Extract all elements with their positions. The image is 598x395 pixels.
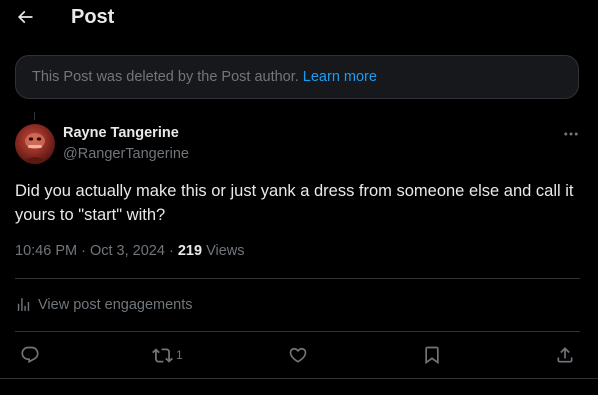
meta-separator: · [168,243,178,259]
repost-button[interactable]: 1 [152,344,183,366]
like-button[interactable] [288,344,311,366]
post-text: Did you actually make this or just yank … [15,182,574,224]
bookmark-button[interactable] [422,344,445,366]
post-time[interactable]: 10:46 PM [15,243,77,259]
bottom-border [0,378,598,379]
more-horizontal-icon [564,132,578,136]
page-title: Post [71,6,115,28]
author-handle[interactable]: @RangerTangerine [63,146,189,162]
divider [15,331,580,332]
deleted-notice-text: This Post was deleted by the Post author… [32,69,299,85]
view-engagements-link[interactable]: View post engagements [15,296,193,313]
divider [15,278,580,279]
views-count: 219 [177,243,203,259]
back-button[interactable] [14,6,36,28]
top-bar: Post [0,0,598,34]
bookmark-icon [425,346,439,365]
reply-icon [21,346,39,364]
learn-more-link[interactable]: Learn more [303,69,377,85]
post-date[interactable]: Oct 3, 2024 [90,243,165,259]
arrow-left-icon [17,10,33,24]
repost-icon [152,347,173,363]
meta-separator: · [81,243,90,259]
more-options-button[interactable] [560,124,582,144]
thread-connector-line [34,112,35,120]
post-metadata: 10:46 PM · Oct 3, 2024 · 219 Views [15,243,244,259]
deleted-post-notice: This Post was deleted by the Post author… [15,55,579,99]
heart-icon [289,347,307,363]
analytics-icon [17,298,30,311]
share-icon [557,347,573,363]
avatar[interactable] [15,124,55,164]
reply-button[interactable] [20,344,43,366]
repost-count: 1 [176,348,183,362]
avatar-image [21,133,49,164]
author-name[interactable]: Rayne Tangerine [63,125,179,141]
view-engagements-label: View post engagements [38,296,193,313]
views-label: Views [206,243,245,259]
share-button[interactable] [555,344,575,366]
